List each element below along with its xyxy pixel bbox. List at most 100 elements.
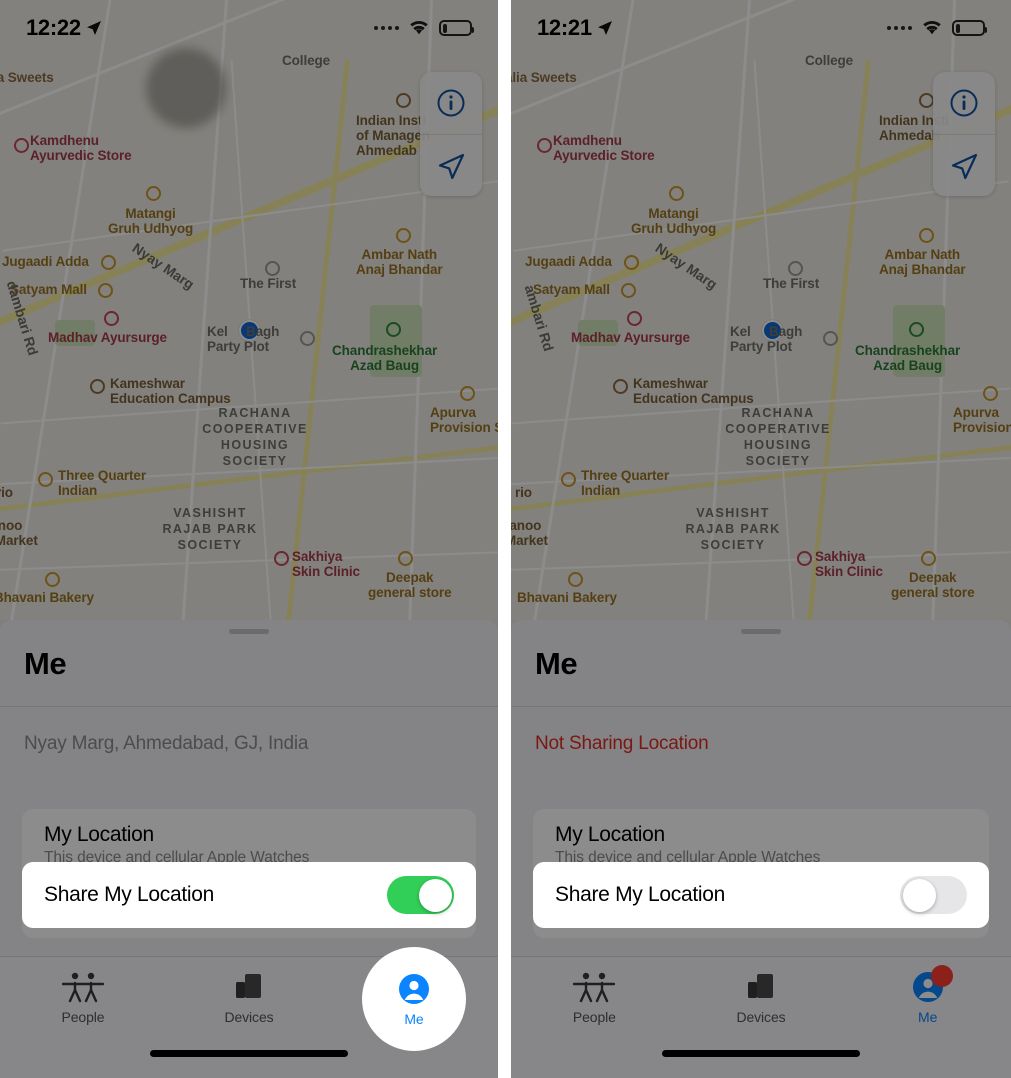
tab-me-label: Me bbox=[918, 1009, 938, 1025]
map-poi-label: Chandrashekhar Azad Baug bbox=[332, 343, 438, 373]
map-poi-label: Jugaadi Adda bbox=[2, 254, 89, 269]
status-bar-left: 12:21 bbox=[537, 15, 613, 41]
tab-people[interactable]: People bbox=[0, 969, 166, 1025]
people-icon bbox=[62, 969, 104, 1003]
map-info-button[interactable] bbox=[933, 72, 995, 134]
map-controls bbox=[933, 72, 995, 196]
map-poi-label: Sakhiya Skin Clinic bbox=[292, 549, 360, 579]
tab-people-label: People bbox=[572, 1009, 616, 1025]
battery-icon bbox=[952, 20, 987, 36]
map-blurred-marker bbox=[146, 48, 226, 128]
share-my-location-row[interactable]: Share My Location bbox=[533, 862, 989, 928]
status-bar: 12:22 bbox=[0, 0, 498, 56]
map-poi-label: Indian Insti of Managen Ahmedab bbox=[356, 113, 431, 158]
map-poi-label: Deepak general store bbox=[891, 570, 975, 600]
share-my-location-label: Share My Location bbox=[555, 883, 725, 906]
map-poi-label: Kameshwar Education Campus bbox=[110, 376, 231, 406]
map-poi-label: tanoo r Market bbox=[0, 518, 38, 548]
people-icon bbox=[573, 969, 616, 1003]
home-indicator bbox=[150, 1050, 348, 1057]
sheet-title: Me bbox=[24, 646, 67, 681]
home-indicator bbox=[662, 1050, 860, 1057]
map-poi-label: Ambar Nath Anaj Bhandar bbox=[356, 247, 443, 277]
map-poi-label: Jugaadi Adda bbox=[525, 254, 612, 269]
wifi-icon bbox=[408, 20, 430, 36]
tab-devices-label: Devices bbox=[224, 1009, 274, 1025]
map-info-button[interactable] bbox=[420, 72, 482, 134]
phone-screen-sharing-on: alia Sweets Kamdhenu Ayurvedic Store Mat… bbox=[0, 0, 498, 1078]
map-poi-label: Sakhiya Skin Clinic bbox=[815, 549, 883, 579]
devices-icon bbox=[231, 969, 267, 1003]
map-poi-label: Madhav Ayursurge bbox=[571, 330, 690, 345]
person-circle-icon bbox=[398, 971, 430, 1005]
map-poi-label: The First bbox=[240, 276, 297, 291]
map-area-label: VASHISHT RAJAB PARK SOCIETY bbox=[685, 506, 781, 552]
map-locate-button[interactable] bbox=[933, 134, 995, 196]
map-poi-label: Madhav Ayursurge bbox=[48, 330, 167, 345]
share-my-location-toggle[interactable] bbox=[387, 876, 454, 914]
map-poi-label: Three Quarter Indian bbox=[581, 468, 669, 498]
tab-bar: People Devices bbox=[511, 956, 1011, 1078]
map-poi-label: Deepak general store bbox=[368, 570, 452, 600]
map-poi-label: Kel Bagh Party Plot bbox=[207, 324, 280, 354]
tab-people-label: People bbox=[61, 1009, 105, 1025]
status-bar: 12:21 bbox=[511, 0, 1011, 56]
map-view[interactable]: alia Sweets Kamdhenu Ayurvedic Store Mat… bbox=[0, 0, 498, 620]
map-locate-button[interactable] bbox=[420, 134, 482, 196]
tab-devices[interactable]: Devices bbox=[166, 969, 332, 1025]
map-poi-label: Chandrashekhar Azad Baug bbox=[855, 343, 961, 373]
map-area-label: RACHANA COOPERATIVE HOUSING SOCIETY bbox=[725, 406, 831, 468]
devices-icon bbox=[743, 969, 779, 1003]
share-my-location-row[interactable]: Share My Location bbox=[22, 862, 476, 928]
map-poi-label: Bhavani Bakery bbox=[0, 590, 94, 605]
map-poi-label: tanoo Market bbox=[511, 518, 548, 548]
status-bar-right bbox=[374, 20, 474, 36]
cellular-dots-icon bbox=[374, 26, 399, 30]
notification-badge-icon bbox=[930, 965, 953, 987]
screenshot-pair: alia Sweets Kamdhenu Ayurvedic Store Mat… bbox=[0, 0, 1011, 1078]
clock-time: 12:21 bbox=[537, 15, 592, 40]
map-poi-label: Apurva Provision Sto bbox=[430, 405, 498, 435]
map-controls bbox=[420, 72, 482, 196]
map-poi-label: Kamdhenu Ayurvedic Store bbox=[553, 133, 655, 163]
clock-time: 12:22 bbox=[26, 15, 81, 40]
map-poi-label: rio bbox=[0, 485, 13, 500]
map-poi-label: Kel Bagh Party Plot bbox=[730, 324, 803, 354]
tab-people[interactable]: People bbox=[511, 969, 678, 1025]
tab-me[interactable]: Me bbox=[844, 965, 1011, 1025]
cellular-dots-icon bbox=[887, 26, 912, 30]
map-poi-label: Three Quarter Indian bbox=[58, 468, 146, 498]
map-area-label: RACHANA COOPERATIVE HOUSING SOCIETY bbox=[202, 406, 308, 468]
sharing-status-text: Nyay Marg, Ahmedabad, GJ, India bbox=[24, 733, 309, 754]
battery-icon bbox=[439, 20, 474, 36]
location-arrow-icon bbox=[597, 20, 613, 36]
map-poi-label: alia Sweets bbox=[511, 70, 577, 85]
location-arrow-icon bbox=[86, 20, 102, 36]
tab-devices-label: Devices bbox=[736, 1009, 786, 1025]
map-poi-label: rio bbox=[515, 485, 532, 500]
wifi-icon bbox=[921, 20, 943, 36]
sharing-status-text: Not Sharing Location bbox=[535, 733, 709, 754]
map-poi-label: The First bbox=[763, 276, 820, 291]
tab-devices[interactable]: Devices bbox=[678, 969, 845, 1025]
map-poi-label: Ambar Nath Anaj Bhandar bbox=[879, 247, 966, 277]
me-tab-spotlight[interactable]: Me bbox=[362, 947, 466, 1051]
person-circle-icon bbox=[912, 965, 953, 1003]
map-poi-label: Matangi Gruh Udhyog bbox=[108, 206, 194, 236]
map-poi-label: Kameshwar Education Campus bbox=[633, 376, 754, 406]
tab-me-label-highlight: Me bbox=[404, 1011, 424, 1027]
map-area-label: VASHISHT RAJAB PARK SOCIETY bbox=[162, 506, 258, 552]
sheet-title: Me bbox=[535, 646, 578, 681]
phone-screen-sharing-off: alia Sweets Kamdhenu Ayurvedic Store Mat… bbox=[511, 0, 1011, 1078]
status-bar-left: 12:22 bbox=[26, 15, 102, 41]
map-poi-label: Kamdhenu Ayurvedic Store bbox=[30, 133, 132, 163]
map-poi-label: Apurva Provision Sto bbox=[953, 405, 1011, 435]
map-poi-label: Matangi Gruh Udhyog bbox=[631, 206, 717, 236]
status-bar-right bbox=[887, 20, 987, 36]
map-view[interactable]: alia Sweets Kamdhenu Ayurvedic Store Mat… bbox=[511, 0, 1011, 620]
map-poi-label: Satyam Mall bbox=[533, 282, 610, 297]
share-my-location-label: Share My Location bbox=[44, 883, 214, 906]
map-poi-label: alia Sweets bbox=[0, 70, 54, 85]
share-my-location-toggle[interactable] bbox=[900, 876, 967, 914]
my-location-title: My Location bbox=[555, 823, 665, 846]
